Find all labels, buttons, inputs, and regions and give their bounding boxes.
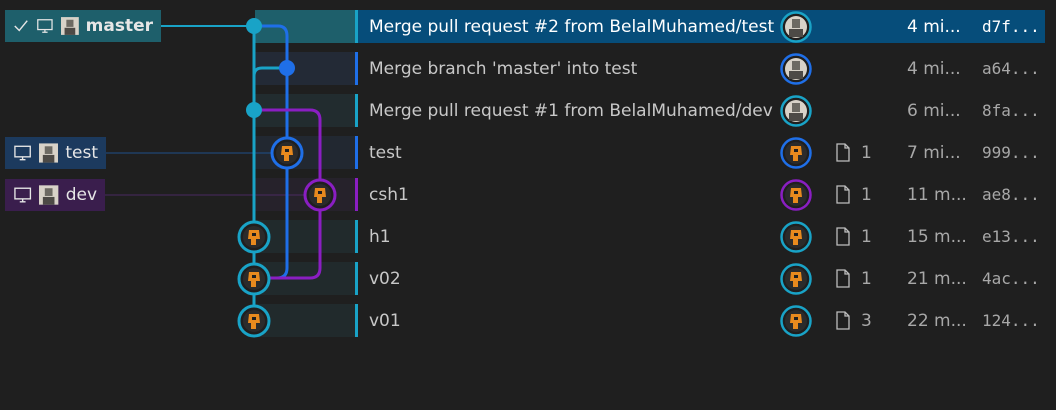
commit-sha: e13... xyxy=(982,227,1040,246)
commit-row[interactable]: v02 1 21 m... 4ac... xyxy=(355,262,1045,295)
commit-time: 15 m... xyxy=(907,226,967,247)
commit-message: Merge pull request #1 from BelalMuhamed/… xyxy=(369,100,773,121)
changed-files: 3 xyxy=(835,311,872,331)
lane-bar xyxy=(355,136,358,169)
commit-row[interactable]: h1 1 15 m... e13... xyxy=(355,220,1045,253)
commit-sha: ae8... xyxy=(982,185,1040,204)
commit-row[interactable]: test 1 7 mi... 999... xyxy=(355,136,1045,169)
commit-row[interactable]: v01 3 22 m... 124... xyxy=(355,304,1045,337)
commit-row[interactable]: Merge pull request #2 from BelalMuhamed/… xyxy=(355,10,1045,43)
changed-files: 1 xyxy=(835,227,872,247)
commit-message: Merge pull request #2 from BelalMuhamed/… xyxy=(369,16,775,37)
commit-graph-view: master test dev Merge pull request #2 fr… xyxy=(0,0,1056,410)
commit-sha: 8fa... xyxy=(982,101,1040,120)
author-avatar xyxy=(780,137,812,169)
author-avatar xyxy=(780,179,812,211)
commit-sha: 999... xyxy=(982,143,1040,162)
file-count: 1 xyxy=(861,268,872,289)
file-count: 1 xyxy=(861,142,872,163)
changed-files: 1 xyxy=(835,143,872,163)
commit-time: 6 mi... xyxy=(907,100,961,121)
commit-row[interactable]: csh1 1 11 m... ae8... xyxy=(355,178,1045,211)
commit-message: csh1 xyxy=(369,184,409,205)
merge-dot xyxy=(246,102,262,118)
commit-message: v01 xyxy=(369,310,401,331)
commit-sha: 124... xyxy=(982,311,1040,330)
commit-message: Merge branch 'master' into test xyxy=(369,58,638,79)
author-avatar xyxy=(780,305,812,337)
changed-files: 1 xyxy=(835,269,872,289)
commit-row[interactable]: Merge pull request #1 from BelalMuhamed/… xyxy=(355,94,1045,127)
commit-node xyxy=(237,304,271,338)
lane-bar xyxy=(355,94,358,127)
file-icon xyxy=(836,185,850,204)
author-avatar xyxy=(780,11,812,43)
file-icon xyxy=(836,143,850,162)
author-avatar xyxy=(780,221,812,253)
lane-bar xyxy=(355,10,358,43)
commit-row[interactable]: Merge branch 'master' into test 4 mi... a6… xyxy=(355,52,1045,85)
file-icon xyxy=(836,227,850,246)
commit-sha: 4ac... xyxy=(982,269,1040,288)
merge-dot xyxy=(246,18,262,34)
commit-time: 4 mi... xyxy=(907,58,961,79)
merge-dot xyxy=(279,60,295,76)
file-count: 3 xyxy=(861,310,872,331)
file-count: 1 xyxy=(861,184,872,205)
file-count: 1 xyxy=(861,226,872,247)
commit-node xyxy=(237,220,271,254)
author-avatar xyxy=(780,263,812,295)
commit-node xyxy=(237,262,271,296)
commit-time: 11 m... xyxy=(907,184,967,205)
commit-message: test xyxy=(369,142,402,163)
commit-node xyxy=(303,178,337,212)
commit-message: h1 xyxy=(369,226,391,247)
commit-sha: d7f... xyxy=(982,17,1040,36)
lane-bar xyxy=(355,262,358,295)
commit-message: v02 xyxy=(369,268,401,289)
commit-time: 7 mi... xyxy=(907,142,961,163)
commit-node xyxy=(270,136,304,170)
lane-bar xyxy=(355,304,358,337)
file-icon xyxy=(836,269,850,288)
lane-bar xyxy=(355,178,358,211)
file-icon xyxy=(836,311,850,330)
lane-bar xyxy=(355,220,358,253)
author-avatar xyxy=(780,53,812,85)
author-avatar xyxy=(780,95,812,127)
commit-time: 22 m... xyxy=(907,310,967,331)
lane-bar xyxy=(355,52,358,85)
changed-files: 1 xyxy=(835,185,872,205)
commit-sha: a64... xyxy=(982,59,1040,78)
commit-time: 21 m... xyxy=(907,268,967,289)
commit-time: 4 mi... xyxy=(907,16,961,37)
